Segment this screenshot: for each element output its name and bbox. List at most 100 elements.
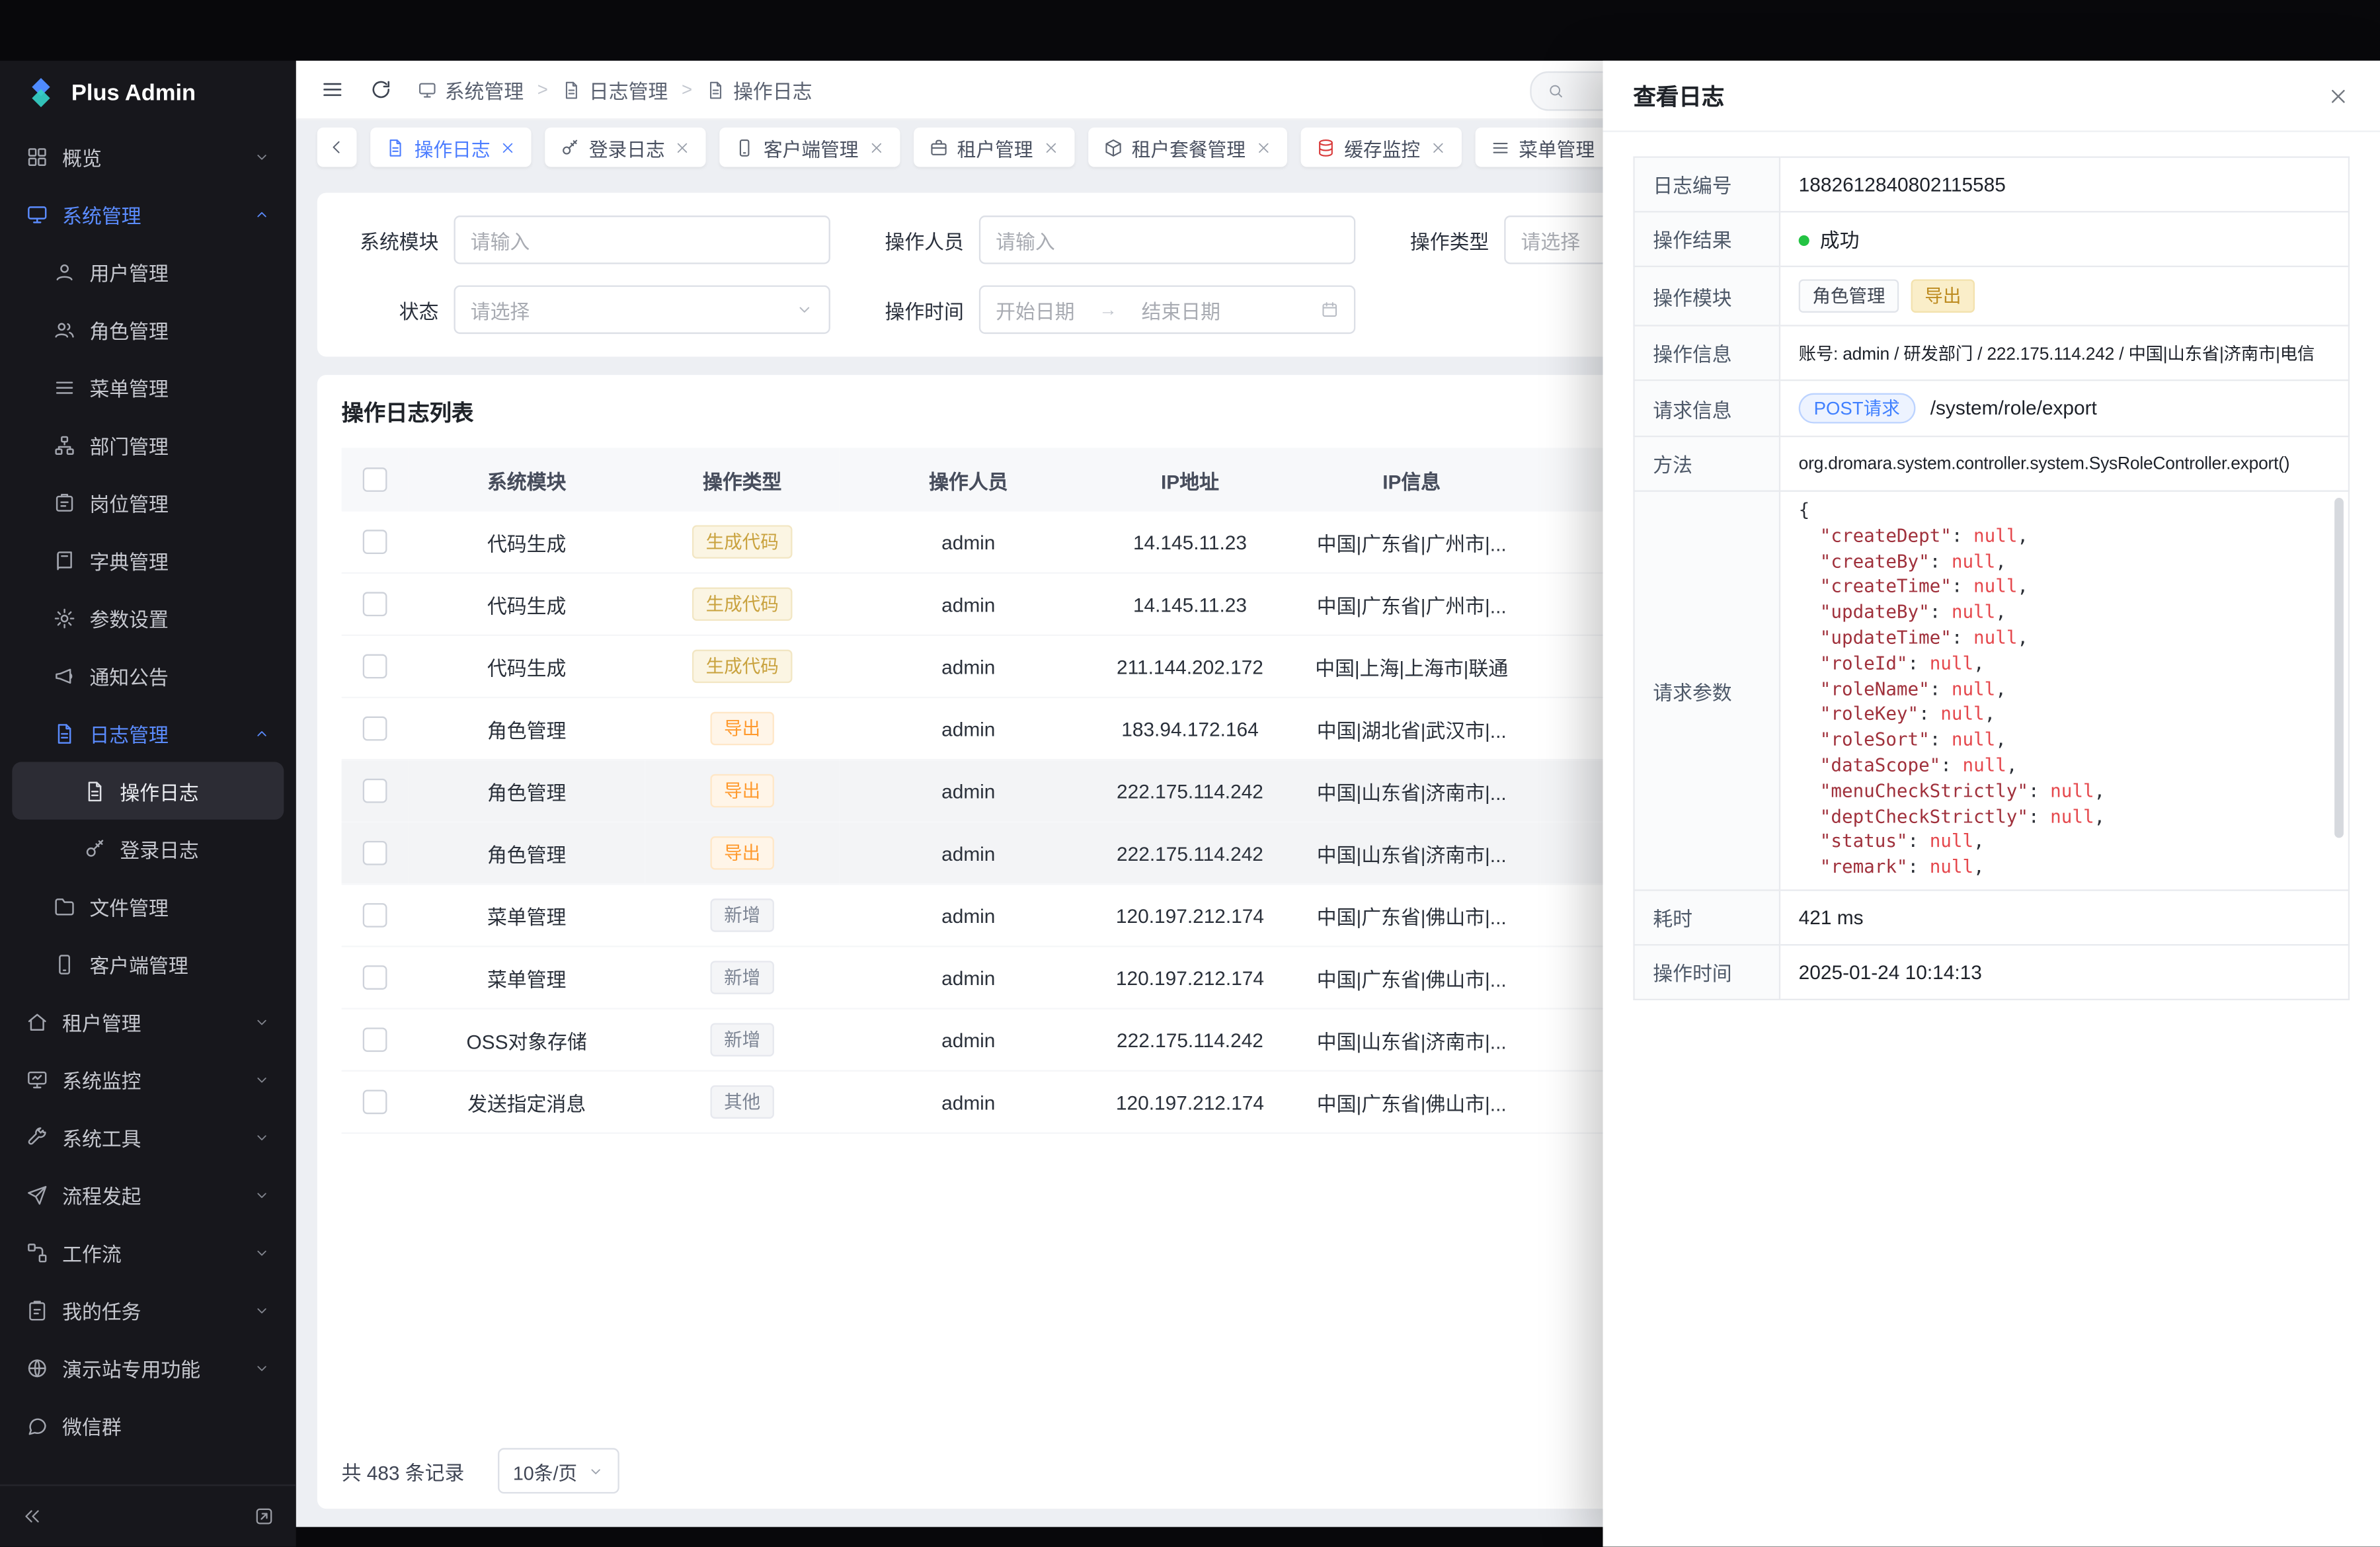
operation-type-tag: 新增 bbox=[710, 961, 774, 994]
tab-close-icon[interactable] bbox=[1255, 139, 1271, 155]
column-header-operator: 操作人员 bbox=[840, 448, 1097, 511]
sidebar-item-label: 部门管理 bbox=[89, 430, 270, 459]
detail-row-result: 操作结果 成功 bbox=[1634, 212, 2349, 266]
sidebar-item-operation-log[interactable]: 操作日志 bbox=[12, 762, 284, 820]
tab-tenant-management[interactable]: 租户管理 bbox=[913, 128, 1074, 167]
sidebar-item-param-settings[interactable]: 参数设置 bbox=[12, 589, 284, 647]
log-detail-drawer: 查看日志 日志编号 1882612840802115585 操作结果 成功 操作… bbox=[1603, 61, 2380, 1547]
close-icon[interactable] bbox=[2327, 84, 2350, 106]
breadcrumb-separator: > bbox=[682, 79, 692, 100]
drawer-body: 日志编号 1882612840802115585 操作结果 成功 操作模块 角色… bbox=[1603, 132, 2380, 1025]
sidebar-item-process-start[interactable]: 流程发起 bbox=[12, 1166, 284, 1223]
row-checkbox[interactable] bbox=[363, 530, 387, 555]
date-range-picker[interactable]: 开始日期 → 结束日期 bbox=[979, 286, 1355, 334]
breadcrumb-log-management[interactable]: 日志管理 bbox=[562, 75, 668, 104]
total-records: 共 483 条记录 bbox=[342, 1456, 465, 1486]
sidebar-item-login-log[interactable]: 登录日志 bbox=[12, 820, 284, 877]
breadcrumb-operation-log[interactable]: 操作日志 bbox=[706, 75, 813, 104]
row-checkbox[interactable] bbox=[363, 1090, 387, 1115]
tab-close-icon[interactable] bbox=[674, 139, 690, 155]
sidebar-item-user-management[interactable]: 用户管理 bbox=[12, 243, 284, 300]
request-params-json[interactable]: { "createDept": null, "createBy": null, … bbox=[1780, 492, 2348, 890]
tab-login-log[interactable]: 登录日志 bbox=[545, 128, 705, 167]
sidebar-item-label: 参数设置 bbox=[89, 604, 270, 633]
sidebar-item-label: 客户端管理 bbox=[89, 949, 270, 978]
sidebar-item-system-management[interactable]: 系统管理 bbox=[12, 185, 284, 243]
sidebar-item-wechat-group[interactable]: 微信群 bbox=[12, 1396, 284, 1454]
cell-ip: 120.197.212.174 bbox=[1097, 947, 1283, 1009]
document-icon bbox=[53, 722, 75, 744]
select-all-checkbox[interactable] bbox=[363, 468, 387, 493]
row-checkbox[interactable] bbox=[363, 904, 387, 928]
cell-operator: admin bbox=[840, 573, 1097, 635]
operation-type-tag: 新增 bbox=[710, 898, 774, 932]
sidebar-item-log-management[interactable]: 日志管理 bbox=[12, 704, 284, 762]
sidebar-item-overview[interactable]: 概览 bbox=[12, 128, 284, 185]
detail-row-duration: 耗时 421 ms bbox=[1634, 891, 2349, 945]
sidebar-shortcut-icon[interactable] bbox=[253, 1506, 274, 1527]
hamburger-icon[interactable] bbox=[320, 77, 344, 102]
system-module-input[interactable]: 请输入 bbox=[454, 216, 830, 264]
operation-type-tag: 导出 bbox=[710, 836, 774, 870]
tab-client-management[interactable]: 客户端管理 bbox=[719, 128, 899, 167]
home-icon bbox=[26, 1010, 48, 1033]
megaphone-icon bbox=[53, 664, 75, 686]
row-checkbox[interactable] bbox=[363, 717, 387, 741]
cell-module: 代码生成 bbox=[409, 635, 645, 697]
row-checkbox[interactable] bbox=[363, 654, 387, 679]
sidebar-item-file-management[interactable]: 文件管理 bbox=[12, 877, 284, 935]
row-checkbox[interactable] bbox=[363, 842, 387, 866]
status-select[interactable]: 请选择 bbox=[454, 286, 830, 334]
cell-operator: admin bbox=[840, 1071, 1097, 1133]
page-size-select[interactable]: 10条/页 bbox=[498, 1448, 620, 1493]
tab-cache-monitor[interactable]: 缓存监控 bbox=[1300, 128, 1461, 167]
sidebar-item-demo-features[interactable]: 演示站专用功能 bbox=[12, 1339, 284, 1396]
sidebar-item-menu-management[interactable]: 菜单管理 bbox=[12, 358, 284, 416]
sidebar-item-notice[interactable]: 通知公告 bbox=[12, 647, 284, 704]
duration-value: 421 ms bbox=[1780, 891, 2349, 945]
refresh-icon[interactable] bbox=[369, 77, 393, 102]
tab-label: 菜单管理 bbox=[1519, 133, 1595, 162]
cell-operator: admin bbox=[840, 884, 1097, 946]
sidebar-item-workflow[interactable]: 工作流 bbox=[12, 1224, 284, 1281]
sidebar-item-tenant-management[interactable]: 租户管理 bbox=[12, 993, 284, 1051]
tab-operation-log[interactable]: 操作日志 bbox=[370, 128, 531, 167]
sidebar-item-label: 岗位管理 bbox=[89, 488, 270, 517]
sidebar-item-role-management[interactable]: 角色管理 bbox=[12, 301, 284, 358]
log-detail-table: 日志编号 1882612840802115585 操作结果 成功 操作模块 角色… bbox=[1633, 156, 2350, 1000]
tabs-scroll-left-button[interactable] bbox=[317, 128, 357, 167]
code-scrollbar-thumb[interactable] bbox=[2334, 498, 2344, 837]
sidebar-item-dept-management[interactable]: 部门管理 bbox=[12, 416, 284, 473]
tab-tenant-package[interactable]: 租户套餐管理 bbox=[1088, 128, 1287, 167]
sidebar-item-my-tasks[interactable]: 我的任务 bbox=[12, 1281, 284, 1339]
sidebar-item-system-monitor[interactable]: 系统监控 bbox=[12, 1051, 284, 1108]
field-label: 请求信息 bbox=[1634, 380, 1780, 436]
tab-close-icon[interactable] bbox=[867, 139, 884, 155]
cell-module: 发送指定消息 bbox=[409, 1071, 645, 1133]
filter-status: 状态 请选择 bbox=[342, 286, 830, 334]
sidebar-collapse-button[interactable] bbox=[21, 1506, 42, 1527]
operator-input[interactable]: 请输入 bbox=[979, 216, 1355, 264]
row-checkbox[interactable] bbox=[363, 1028, 387, 1052]
tab-close-icon[interactable] bbox=[499, 139, 516, 155]
breadcrumb-system-management[interactable]: 系统管理 bbox=[417, 75, 524, 104]
document-icon bbox=[562, 80, 582, 100]
operation-type-tag: 导出 bbox=[710, 774, 774, 808]
tab-close-icon[interactable] bbox=[1429, 139, 1446, 155]
row-checkbox[interactable] bbox=[363, 592, 387, 617]
sidebar-item-system-tools[interactable]: 系统工具 bbox=[12, 1108, 284, 1166]
sidebar-item-label: 流程发起 bbox=[62, 1180, 240, 1209]
row-checkbox[interactable] bbox=[363, 966, 387, 990]
row-checkbox[interactable] bbox=[363, 779, 387, 803]
folder-icon bbox=[53, 894, 75, 917]
sidebar-item-dict-management[interactable]: 字典管理 bbox=[12, 532, 284, 589]
book-icon bbox=[53, 549, 75, 571]
result-value: 成功 bbox=[1820, 229, 1860, 252]
cell-ip: 222.175.114.242 bbox=[1097, 822, 1283, 884]
filter-label: 状态 bbox=[342, 296, 439, 325]
tab-label: 操作日志 bbox=[415, 133, 491, 162]
sidebar-item-client-management[interactable]: 客户端管理 bbox=[12, 935, 284, 992]
tab-label: 租户套餐管理 bbox=[1132, 133, 1246, 162]
tab-close-icon[interactable] bbox=[1042, 139, 1058, 155]
sidebar-item-post-management[interactable]: 岗位管理 bbox=[12, 473, 284, 531]
